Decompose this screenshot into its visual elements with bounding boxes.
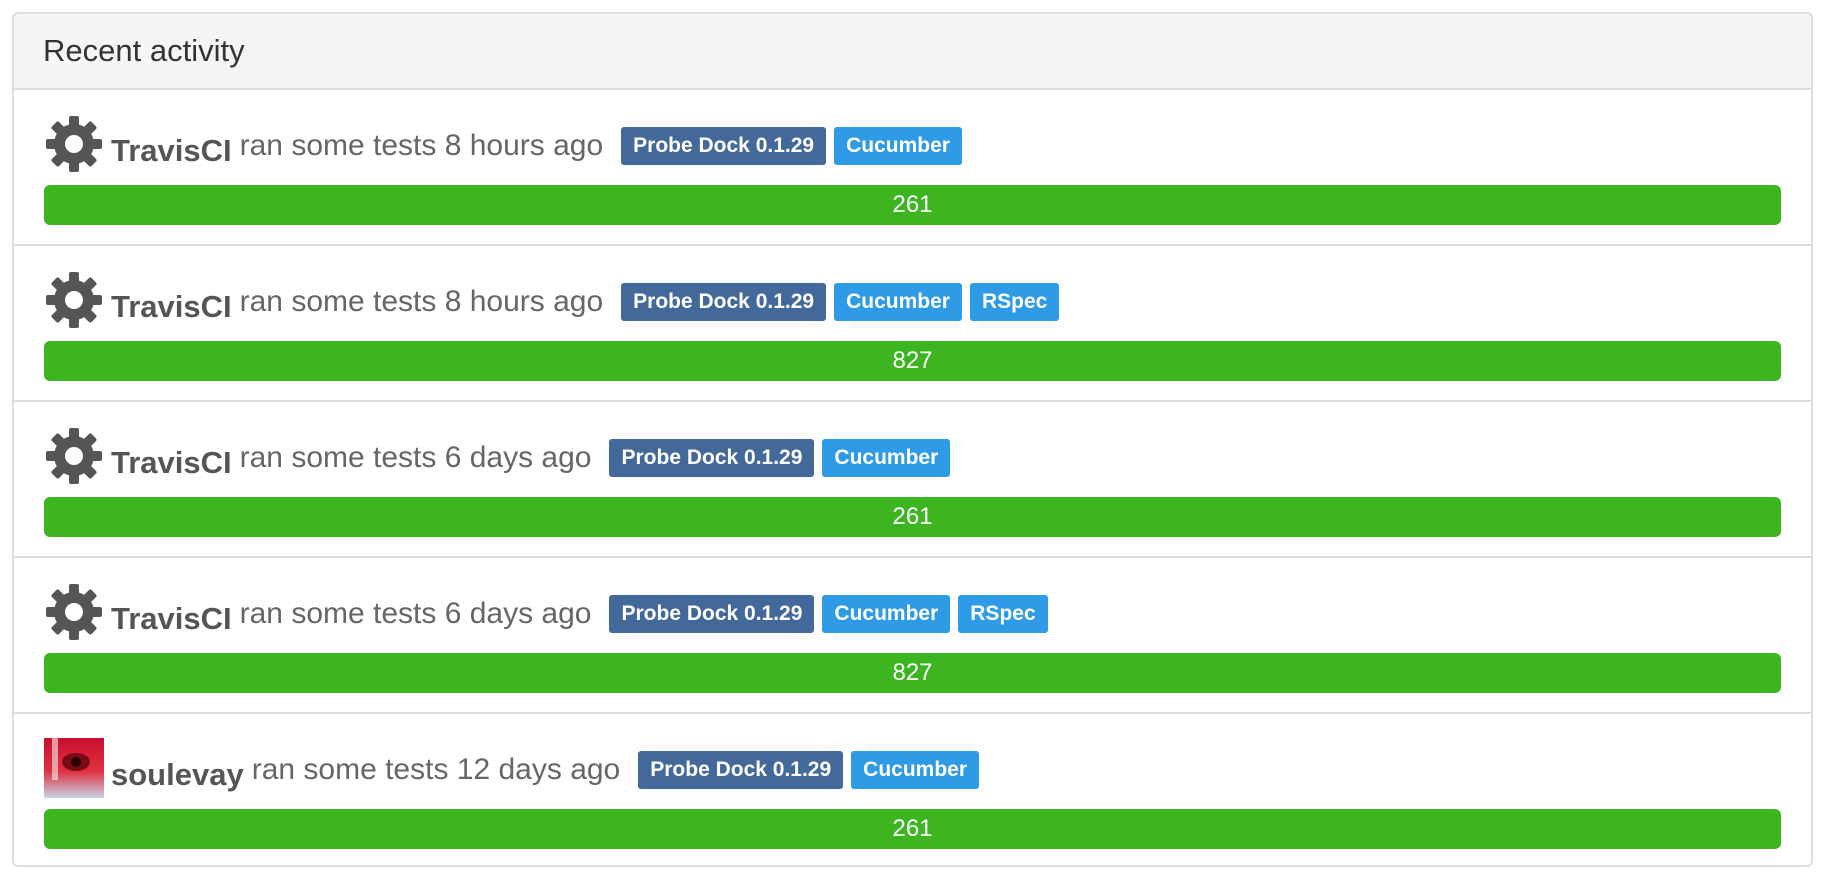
activity-summary: TravisCI ran some tests 6 days ago Probe D… [44, 426, 951, 486]
activity-description: ran some tests 6 days ago [239, 597, 592, 630]
activity-item: TravisCI ran some tests 8 hours ago Probe … [14, 90, 1811, 246]
activity-description: ran some tests 8 hours ago [239, 285, 604, 318]
passed-tests-bar: 261 [44, 185, 1781, 225]
activity-description: ran some tests 6 days ago [239, 441, 592, 474]
project-version-tag[interactable]: Probe Dock 0.1.29 [609, 595, 815, 633]
activity-list: TravisCI ran some tests 8 hours ago Probe … [14, 90, 1811, 865]
activity-summary: soulevay ran some tests 12 days ago Probe … [44, 738, 980, 798]
test-results-progress[interactable]: 827 [44, 341, 1781, 381]
activity-item: soulevay ran some tests 12 days ago Probe … [14, 714, 1811, 865]
gear-icon [44, 582, 104, 642]
gear-icon [44, 114, 104, 174]
user-avatar [44, 738, 104, 798]
tag-list: Probe Dock 0.1.29 Cucumber [638, 751, 980, 789]
activity-description: ran some tests 8 hours ago [239, 129, 604, 162]
panel-title: Recent activity [43, 33, 245, 68]
tag-list: Probe Dock 0.1.29 Cucumber RSpec [621, 283, 1060, 321]
test-results-progress[interactable]: 261 [44, 497, 1781, 537]
test-results-progress[interactable]: 261 [44, 185, 1781, 225]
category-tag[interactable]: RSpec [969, 283, 1060, 321]
category-tag[interactable]: RSpec [958, 595, 1048, 633]
user-name[interactable]: TravisCI [111, 445, 232, 481]
project-version-tag[interactable]: Probe Dock 0.1.29 [638, 751, 844, 789]
gear-icon [44, 270, 104, 330]
tag-list: Probe Dock 0.1.29 Cucumber [609, 439, 951, 477]
test-results-progress[interactable]: 827 [44, 653, 1781, 693]
project-version-tag[interactable]: Probe Dock 0.1.29 [621, 283, 827, 321]
recent-activity-panel: Recent activity TravisCI ran some tests 8… [12, 12, 1813, 867]
activity-description: ran some tests 12 days ago [251, 753, 621, 786]
user-name[interactable]: TravisCI [111, 601, 232, 637]
project-version-tag[interactable]: Probe Dock 0.1.29 [621, 127, 827, 165]
tag-list: Probe Dock 0.1.29 Cucumber [621, 127, 962, 165]
activity-item: TravisCI ran some tests 8 hours ago Probe … [14, 246, 1811, 402]
category-tag[interactable]: Cucumber [822, 595, 951, 633]
user-name[interactable]: soulevay [111, 757, 244, 793]
user-name[interactable]: TravisCI [111, 289, 232, 325]
category-tag[interactable]: Cucumber [822, 439, 951, 477]
category-tag[interactable]: Cucumber [834, 127, 962, 165]
project-version-tag[interactable]: Probe Dock 0.1.29 [609, 439, 815, 477]
user-name[interactable]: TravisCI [111, 133, 232, 169]
activity-summary: TravisCI ran some tests 8 hours ago Probe … [44, 270, 1060, 330]
activity-item: TravisCI ran some tests 6 days ago Probe D… [14, 402, 1811, 558]
gear-icon [44, 426, 104, 486]
category-tag[interactable]: Cucumber [834, 283, 962, 321]
activity-summary: TravisCI ran some tests 6 days ago Probe D… [44, 582, 1048, 642]
test-results-progress[interactable]: 261 [44, 809, 1781, 849]
tag-list: Probe Dock 0.1.29 Cucumber RSpec [609, 595, 1048, 633]
activity-item: TravisCI ran some tests 6 days ago Probe D… [14, 558, 1811, 714]
passed-tests-bar: 827 [44, 341, 1781, 381]
category-tag[interactable]: Cucumber [851, 751, 980, 789]
activity-summary: TravisCI ran some tests 8 hours ago Probe … [44, 114, 962, 174]
panel-header: Recent activity [14, 14, 1811, 90]
passed-tests-bar: 827 [44, 653, 1781, 693]
passed-tests-bar: 261 [44, 809, 1781, 849]
passed-tests-bar: 261 [44, 497, 1781, 537]
